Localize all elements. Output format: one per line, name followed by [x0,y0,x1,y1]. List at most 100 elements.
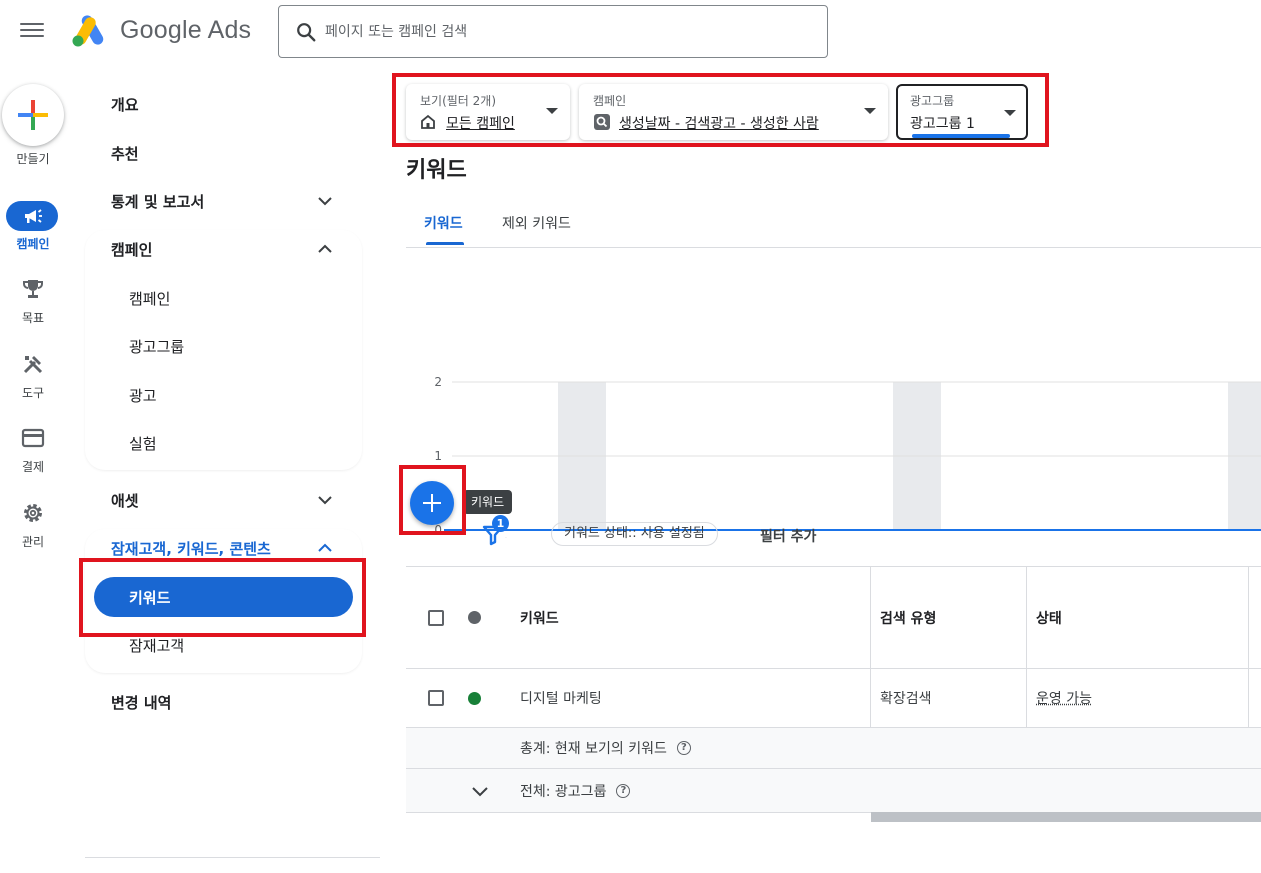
rail-label-tools: 도구 [21,386,45,400]
nav-audiences-section[interactable]: 잠재고객, 키워드, 콘텐츠 [111,538,271,559]
chevron-up-icon[interactable] [316,539,334,557]
total-adgroup-cell: 전체: 광고그룹 ? [520,769,631,812]
y-tick-label: 1 [434,449,442,463]
y-tick-label: 2 [434,375,442,389]
status-cell[interactable]: 운영 가능 [1036,669,1092,727]
table-row: 디지털 마케팅 확장검색 운영 가능 [406,669,1261,728]
status-filter-chip[interactable]: 키워드 상태:: 사용 설정됨 [551,522,718,546]
brand-name: Google Ads [120,16,252,44]
search-box[interactable] [278,5,828,58]
rail-item-billing[interactable]: 결제 [0,426,66,476]
col-keyword[interactable]: 키워드 [520,567,559,668]
select-all-checkbox[interactable] [428,609,444,626]
nav-card-campaigns [85,230,362,470]
keyword-cell[interactable]: 디지털 마케팅 [520,669,602,727]
google-ads-logo [72,15,104,47]
search-icon [297,23,316,42]
view-filter-value: 모든 캠페인 [446,116,515,132]
add-keyword-fab[interactable] [410,481,454,525]
status-dot-header-cell [468,567,481,668]
home-icon [421,114,435,129]
performance-chart: 2102025년 3월 27일 [434,375,1261,538]
tab-negative-keywords[interactable]: 제외 키워드 [502,213,571,233]
tab-keywords[interactable]: 키워드 [424,213,463,233]
plus-icon [18,100,48,130]
help-icon[interactable]: ? [676,741,691,755]
nav-campaigns[interactable]: 캠페인 [129,288,170,309]
top-bar: Google Ads [0,0,1261,64]
match-type-cell: 확장검색 [880,691,932,707]
create-label: 만들기 [16,152,50,166]
fab-tooltip: 키워드 [463,490,513,514]
search-campaign-icon [594,114,610,130]
search-input[interactable] [325,18,805,46]
nav-keywords[interactable]: 키워드 [94,577,353,617]
view-filter-label: 보기(필터 2개) [420,94,497,108]
chevron-down-icon[interactable] [316,491,334,509]
main-content: 보기(필터 2개) 모든 캠페인 캠페인 생성날짜 - 검색광고 - 생성한 사… [385,64,1261,873]
chevron-down-icon[interactable] [316,192,334,210]
total-row-current-view: 총계: 현재 보기의 키워드 ? [406,728,1261,769]
view-filter-dropdown[interactable]: 보기(필터 2개) 모든 캠페인 [406,84,570,140]
row-checkbox[interactable] [428,690,444,706]
help-icon[interactable]: ? [616,783,631,798]
nav-change-history[interactable]: 변경 내역 [111,692,171,713]
rail-label-goals: 목표 [21,311,45,325]
total-current-cell: 총계: 현재 보기의 키워드 ? [520,728,691,768]
left-rail: 만들기 캠페인 목표 도구 결제 관리 [0,64,66,873]
adgroup-filter-value: 광고그룹 1 [910,116,975,132]
nav-audiences[interactable]: 잠재고객 [129,635,184,656]
caret-down-icon [546,108,558,114]
rail-item-campaigns[interactable]: 캠페인 [0,201,66,256]
total-adgroup-label: 전체: 광고그룹 [520,783,607,800]
adgroup-filter-dropdown[interactable]: 광고그룹 광고그룹 1 [896,84,1028,140]
caret-down-icon [1004,110,1016,116]
megaphone-icon [25,209,42,223]
status-dot-cell [468,669,481,727]
create-button[interactable] [2,84,64,146]
expand-cell [470,769,490,812]
chevron-up-icon[interactable] [316,240,334,258]
menu-icon[interactable] [20,20,44,44]
col-status[interactable]: 상태 [1036,567,1062,668]
rail-item-goals[interactable]: 목표 [0,277,66,327]
horizontal-scrollbar[interactable] [871,812,1261,822]
nav-keywords-label: 키워드 [129,589,171,607]
campaign-filter-label: 캠페인 [593,94,627,108]
chevron-down-icon[interactable] [470,781,490,801]
nav-divider [85,857,380,858]
caret-down-icon [864,108,876,114]
nav-overview[interactable]: 개요 [111,94,139,115]
campaign-filter-value: 생성날짜 - 검색광고 - 생성한 사람 [619,116,819,132]
nav-recommendations[interactable]: 추천 [111,143,139,164]
tab-active-indicator [426,242,464,245]
rail-item-tools[interactable]: 도구 [0,352,66,402]
page-title: 키워드 [406,158,467,183]
gear-icon [24,504,42,522]
campaign-filter-dropdown[interactable]: 캠페인 생성날짜 - 검색광고 - 생성한 사람 [579,84,888,140]
nav-assets[interactable]: 애셋 [111,490,139,511]
total-current-label: 총계: 현재 보기의 키워드 [520,741,667,757]
credit-card-icon [21,428,45,448]
rail-label-admin: 관리 [21,535,45,549]
col-match-type[interactable]: 검색 유형 [880,567,936,668]
status-dot-header [468,611,481,624]
rail-label-billing: 결제 [21,460,45,474]
adgroup-filter-label: 광고그룹 [910,94,955,108]
side-nav: 개요 추천 통계 및 보고서 캠페인 캠페인 광고그룹 광고 실험 애셋 잠재고… [85,64,380,873]
nav-campaigns-section[interactable]: 캠페인 [111,239,152,260]
status-enabled-dot [468,691,481,705]
filter-count-badge: 1 [492,515,509,532]
trophy-icon [23,280,43,298]
nav-experiments[interactable]: 실험 [129,433,157,454]
nav-ad-groups[interactable]: 광고그룹 [129,336,184,357]
select-all-cell [428,567,444,668]
rail-item-admin[interactable]: 관리 [0,501,66,551]
table-header-row: 키워드 검색 유형 상태 [406,567,1261,669]
nav-insights-reports[interactable]: 통계 및 보고서 [111,191,204,212]
add-filter-button[interactable]: 필터 추가 [760,526,816,546]
tools-icon [23,356,43,374]
adgroup-underline [912,134,1010,138]
nav-ads[interactable]: 광고 [129,385,157,406]
y-tick-label: 0 [434,523,442,537]
